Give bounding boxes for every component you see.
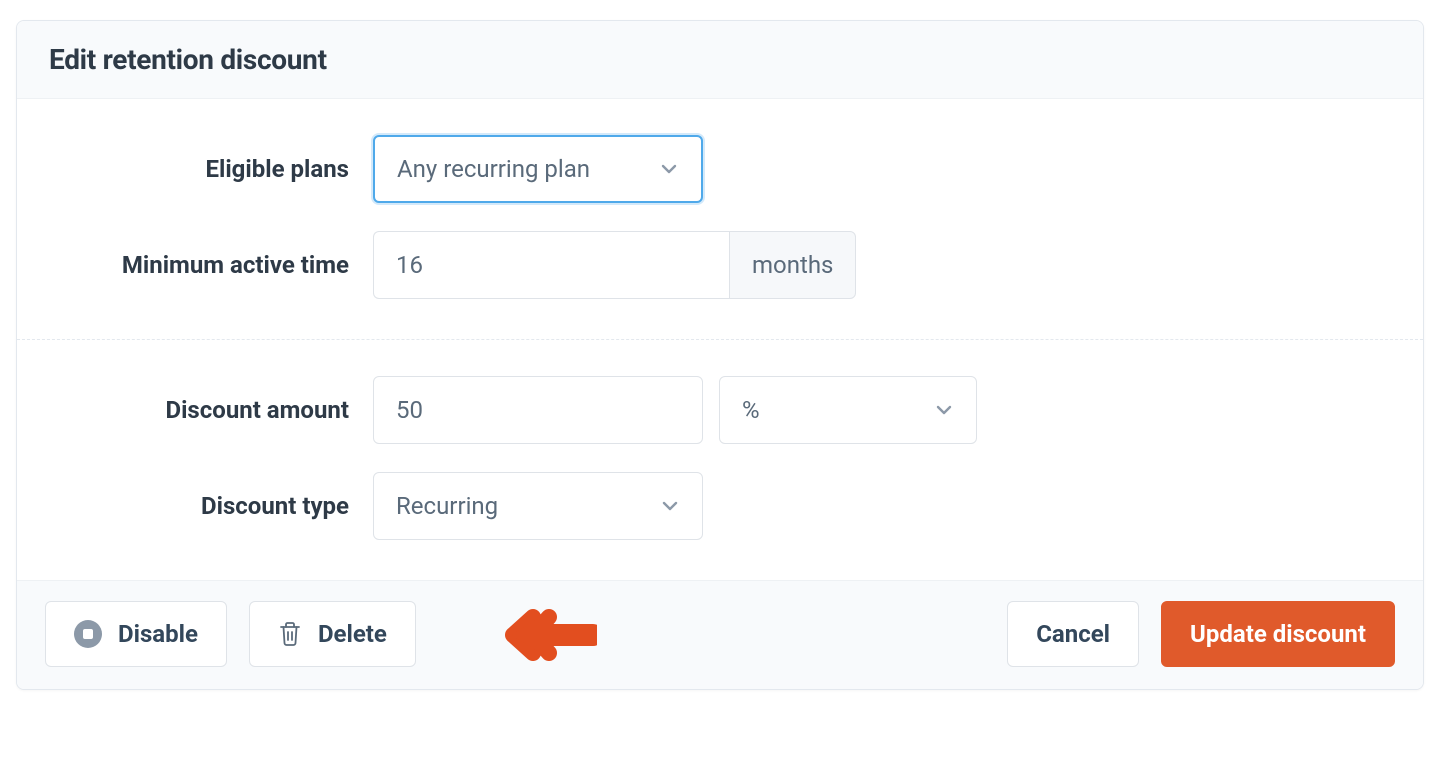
row-eligible-plans: Eligible plans Any recurring plan — [45, 135, 1395, 203]
discount-type-select[interactable]: Recurring — [373, 472, 703, 540]
label-eligible-plans: Eligible plans — [45, 155, 373, 183]
label-discount-type: Discount type — [45, 492, 373, 520]
panel-header: Edit retention discount — [17, 21, 1423, 99]
delete-label: Delete — [318, 620, 387, 648]
min-active-time-input[interactable] — [373, 231, 729, 299]
disable-label: Disable — [118, 620, 198, 648]
discount-amount-input[interactable] — [373, 376, 703, 444]
footer-left: Disable Delete — [45, 601, 416, 667]
trash-icon — [278, 621, 302, 647]
stop-icon — [74, 620, 102, 648]
discount-unit-value: % — [742, 396, 760, 424]
update-discount-button[interactable]: Update discount — [1161, 601, 1395, 667]
discount-section: Discount amount % Discount type Recurrin… — [17, 339, 1423, 580]
panel-title: Edit retention discount — [49, 43, 1391, 76]
discount-unit-select[interactable]: % — [719, 376, 977, 444]
chevron-down-icon — [934, 400, 954, 420]
update-label: Update discount — [1190, 620, 1366, 648]
panel-footer: Disable Delete — [17, 580, 1423, 689]
chevron-down-icon — [659, 159, 679, 179]
footer-right: Cancel Update discount — [1007, 601, 1395, 667]
min-active-time-group: months — [373, 231, 703, 299]
eligible-plans-value: Any recurring plan — [397, 155, 590, 183]
row-discount-amount: Discount amount % — [45, 376, 1395, 444]
cancel-button[interactable]: Cancel — [1007, 601, 1139, 667]
label-discount-amount: Discount amount — [45, 396, 373, 424]
cancel-label: Cancel — [1036, 620, 1110, 648]
row-min-active-time: Minimum active time months — [45, 231, 1395, 299]
panel-body: Eligible plans Any recurring plan Minimu… — [17, 99, 1423, 580]
min-active-time-unit: months — [729, 231, 856, 299]
eligibility-section: Eligible plans Any recurring plan Minimu… — [17, 99, 1423, 339]
label-min-active-time: Minimum active time — [45, 251, 373, 279]
eligible-plans-select[interactable]: Any recurring plan — [373, 135, 703, 203]
edit-discount-panel: Edit retention discount Eligible plans A… — [16, 20, 1424, 690]
chevron-down-icon — [660, 496, 680, 516]
row-discount-type: Discount type Recurring — [45, 472, 1395, 540]
delete-button[interactable]: Delete — [249, 601, 416, 667]
disable-button[interactable]: Disable — [45, 601, 227, 667]
arrow-left-icon — [497, 603, 597, 667]
discount-type-value: Recurring — [396, 492, 498, 520]
